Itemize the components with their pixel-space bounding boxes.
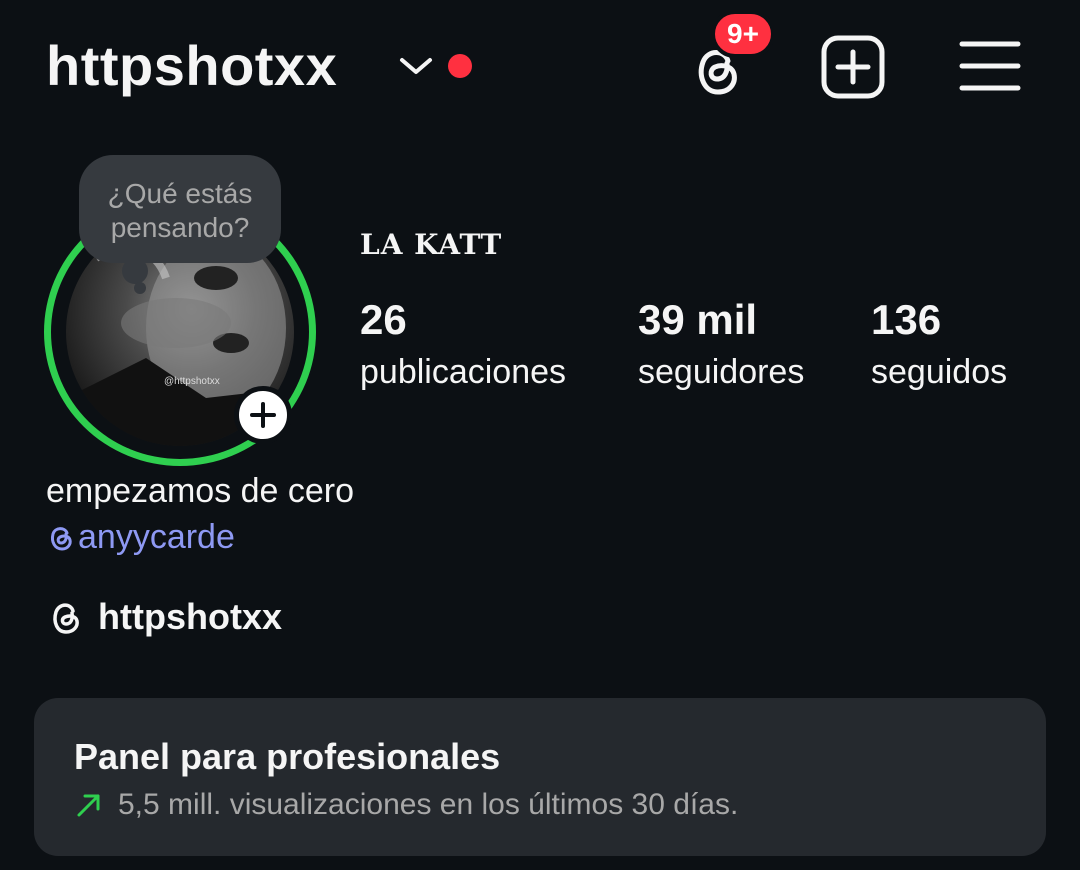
plus-icon bbox=[250, 402, 276, 428]
threads-at-icon bbox=[51, 527, 72, 551]
stat-following-count: 136 bbox=[871, 296, 942, 343]
avatar-watermark: @httpshotxx bbox=[164, 376, 220, 387]
dashboard-subtitle: 5,5 mill. visualizaciones en los últimos… bbox=[74, 788, 738, 822]
bio-text: empezamos de cero bbox=[46, 472, 355, 510]
threads-handle: httpshotxx bbox=[98, 596, 282, 637]
account-username[interactable]: httpshotxx bbox=[46, 34, 337, 98]
trending-up-arrow-icon bbox=[77, 794, 100, 817]
add-story-button[interactable] bbox=[234, 386, 292, 444]
unread-dot bbox=[448, 54, 472, 78]
stat-followers-count: 39 mil bbox=[638, 296, 758, 343]
threads-icon bbox=[53, 603, 79, 634]
profile-screen: httpshotxx 9+ @httpshotxx ¿Qué estás pen… bbox=[0, 0, 1080, 870]
dashboard-title: Panel para profesionales bbox=[74, 736, 501, 777]
stat-posts-label: publicaciones bbox=[360, 353, 567, 391]
bio-mention-text: anyycarde bbox=[78, 518, 235, 556]
display-name: LA KATT bbox=[360, 228, 503, 261]
threads-profile-link[interactable]: httpshotxx bbox=[46, 594, 282, 640]
note-bubble-tail-small bbox=[134, 282, 146, 294]
stat-followers-label: seguidores bbox=[638, 353, 805, 391]
bio-mention-link[interactable]: anyycarde bbox=[46, 516, 235, 558]
stat-followers[interactable]: 39 mil seguidores bbox=[638, 296, 804, 400]
stat-posts[interactable]: 26 publicaciones bbox=[360, 296, 566, 400]
notification-badge: 9+ bbox=[711, 10, 775, 58]
note-bubble[interactable]: ¿Qué estás pensando? bbox=[79, 155, 281, 263]
top-bar: httpshotxx 9+ bbox=[0, 0, 1080, 135]
new-post-icon[interactable] bbox=[820, 34, 886, 100]
stat-following[interactable]: 136 seguidos bbox=[871, 296, 1007, 400]
stat-following-label: seguidos bbox=[871, 353, 1008, 391]
professional-dashboard-card[interactable]: Panel para profesionales 5,5 mill. visua… bbox=[34, 698, 1046, 856]
chevron-down-icon[interactable] bbox=[396, 50, 436, 82]
menu-icon[interactable] bbox=[958, 36, 1022, 96]
stat-posts-count: 26 bbox=[360, 296, 407, 343]
dashboard-views-text: 5,5 mill. visualizaciones en los últimos… bbox=[118, 788, 739, 821]
